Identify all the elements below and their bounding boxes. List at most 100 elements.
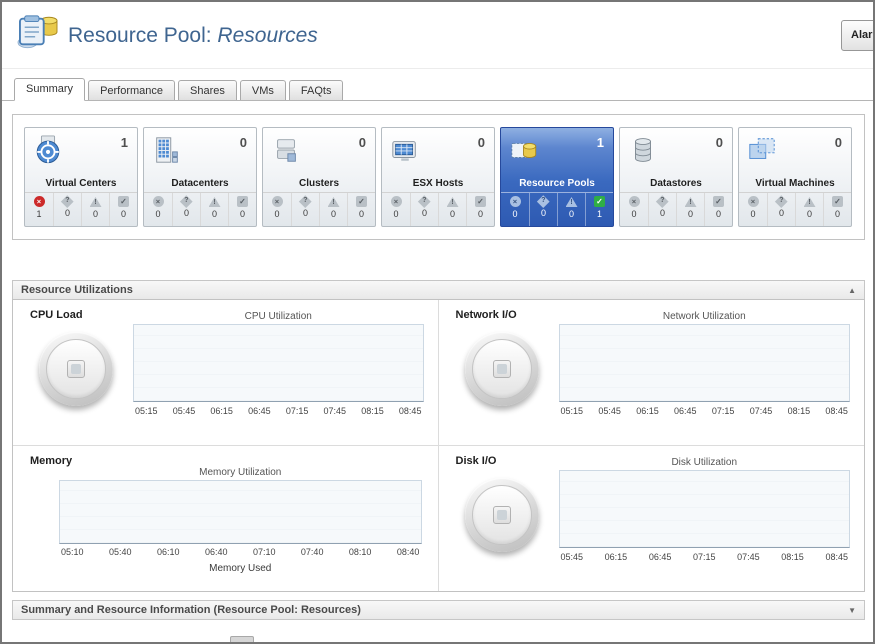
tab-faqts[interactable]: FAQts bbox=[289, 80, 344, 100]
tile-status-bar: ×0?0!0✓0 bbox=[739, 192, 851, 226]
page-title-name: Resources bbox=[217, 24, 317, 47]
critical-status-icon: ? bbox=[537, 195, 549, 207]
tick-label: 07:45 bbox=[750, 406, 773, 416]
gauge-status-icon bbox=[493, 360, 511, 378]
quadrant-disk-i-o: Disk I/ODisk Utilization05:4506:1506:450… bbox=[439, 446, 865, 592]
tick-label: 08:15 bbox=[361, 406, 384, 416]
esx-hosts-icon bbox=[390, 135, 420, 165]
tab-summary[interactable]: Summary bbox=[14, 78, 85, 101]
status-cell-critical[interactable]: ?0 bbox=[648, 193, 676, 226]
quadrant-title: Memory bbox=[30, 455, 72, 467]
collapse-down-icon[interactable]: ▼ bbox=[848, 602, 856, 620]
section-title: Summary and Resource Information (Resour… bbox=[21, 604, 361, 616]
tile-label: Datacenters bbox=[144, 178, 256, 189]
quadrant-title: Disk I/O bbox=[456, 455, 497, 467]
disk-i-o-chart bbox=[559, 470, 851, 548]
status-cell-warning[interactable]: !0 bbox=[319, 193, 347, 226]
quadrant-title: Network I/O bbox=[456, 309, 517, 321]
status-count: 0 bbox=[292, 208, 319, 218]
tile-label: Virtual Machines bbox=[739, 178, 851, 189]
status-cell-normal[interactable]: ✓0 bbox=[228, 193, 256, 226]
tile-esx-hosts[interactable]: 0ESX Hosts×0?0!0✓0 bbox=[381, 127, 495, 227]
status-cell-warning[interactable]: !0 bbox=[795, 193, 823, 226]
gauge-knob bbox=[39, 332, 113, 406]
status-cell-critical[interactable]: ?0 bbox=[410, 193, 438, 226]
status-count: 0 bbox=[558, 209, 585, 219]
virtual-centers-icon bbox=[33, 135, 63, 165]
section-header-resource-utilizations[interactable]: Resource Utilizations ▲ bbox=[12, 280, 865, 300]
status-cell-fatal[interactable]: ×0 bbox=[739, 193, 767, 226]
status-count: 0 bbox=[144, 209, 172, 219]
tile-clusters[interactable]: 0 Clusters ×0?0!0✓0 bbox=[262, 127, 376, 227]
status-cell-warning[interactable]: !0 bbox=[676, 193, 704, 226]
status-count: 0 bbox=[739, 209, 767, 219]
tile-count: 0 bbox=[359, 135, 366, 150]
status-cell-critical[interactable]: ?0 bbox=[529, 193, 557, 226]
status-cell-fatal[interactable]: ×0 bbox=[620, 193, 648, 226]
gauge-knob bbox=[465, 478, 539, 552]
tile-datacenters[interactable]: 0 Datacenters ×0?0!0✓0 bbox=[143, 127, 257, 227]
datacenters-icon bbox=[152, 135, 182, 165]
utilization-grid: CPU LoadCPU Utilization05:1505:4506:1506… bbox=[12, 299, 865, 592]
tick-label: 08:45 bbox=[399, 406, 422, 416]
header-divider bbox=[2, 68, 873, 69]
quadrant-title: CPU Load bbox=[30, 309, 83, 321]
tab-vms[interactable]: VMs bbox=[240, 80, 286, 100]
quadrant-cpu-load: CPU LoadCPU Utilization05:1505:4506:1506… bbox=[13, 300, 439, 446]
tick-label: 08:15 bbox=[781, 552, 804, 562]
status-cell-critical[interactable]: ?0 bbox=[767, 193, 795, 226]
status-cell-warning[interactable]: !0 bbox=[200, 193, 228, 226]
alarms-button[interactable]: Alar bbox=[841, 20, 875, 51]
status-count: 0 bbox=[382, 209, 410, 219]
tick-label: 06:45 bbox=[674, 406, 697, 416]
status-count: 1 bbox=[586, 209, 613, 219]
tick-label: 06:15 bbox=[210, 406, 233, 416]
status-cell-normal[interactable]: ✓0 bbox=[823, 193, 851, 226]
tile-label: Clusters bbox=[263, 178, 375, 189]
status-cell-normal[interactable]: ✓0 bbox=[466, 193, 494, 226]
cpu-load-chart bbox=[133, 324, 424, 402]
tab-shares[interactable]: Shares bbox=[178, 80, 237, 100]
tile-count: 1 bbox=[597, 135, 604, 150]
time-axis: 05:1005:4006:1006:4007:1007:4008:1008:40 bbox=[61, 547, 420, 557]
status-cell-fatal[interactable]: ×0 bbox=[144, 193, 172, 226]
tick-label: 07:45 bbox=[737, 552, 760, 562]
tile-status-bar: ×0?0!0✓0 bbox=[382, 192, 494, 226]
tab-performance[interactable]: Performance bbox=[88, 80, 175, 100]
fatal-status-icon: × bbox=[153, 196, 164, 207]
tile-label: Datastores bbox=[620, 178, 732, 189]
status-cell-critical[interactable]: ?0 bbox=[53, 193, 81, 226]
tick-label: 08:10 bbox=[349, 547, 372, 557]
status-cell-normal[interactable]: ✓0 bbox=[704, 193, 732, 226]
critical-status-icon: ? bbox=[775, 195, 787, 207]
section-header-summary-info[interactable]: Summary and Resource Information (Resour… bbox=[12, 600, 865, 620]
status-cell-critical[interactable]: ?0 bbox=[291, 193, 319, 226]
status-cell-critical[interactable]: ?0 bbox=[172, 193, 200, 226]
status-cell-warning[interactable]: !0 bbox=[557, 193, 585, 226]
status-cell-normal[interactable]: ✓1 bbox=[585, 193, 613, 226]
status-cell-fatal[interactable]: ×0 bbox=[263, 193, 291, 226]
clusters-icon bbox=[271, 135, 301, 165]
tile-virtual-machines[interactable]: 0 Virtual Machines ×0?0!0✓0 bbox=[738, 127, 852, 227]
tick-label: 07:15 bbox=[712, 406, 735, 416]
warning-status-icon: ! bbox=[447, 197, 459, 207]
section-title: Resource Utilizations bbox=[21, 284, 133, 296]
collapse-up-icon[interactable]: ▲ bbox=[848, 282, 856, 300]
critical-status-icon: ? bbox=[418, 195, 430, 207]
tick-label: 06:15 bbox=[636, 406, 659, 416]
status-cell-fatal[interactable]: ×1 bbox=[25, 193, 53, 226]
status-cell-fatal[interactable]: ×0 bbox=[382, 193, 410, 226]
status-cell-normal[interactable]: ✓0 bbox=[347, 193, 375, 226]
tile-datastores[interactable]: 0Datastores×0?0!0✓0 bbox=[619, 127, 733, 227]
tile-virtual-centers[interactable]: 1Virtual Centers×1?0!0✓0 bbox=[24, 127, 138, 227]
tile-row: 1Virtual Centers×1?0!0✓00Datacenters×0?0… bbox=[12, 114, 865, 240]
page-title: Resource Pool: Resources bbox=[68, 24, 318, 48]
status-cell-fatal[interactable]: ×0 bbox=[501, 193, 529, 226]
tile-count: 0 bbox=[478, 135, 485, 150]
status-cell-warning[interactable]: !0 bbox=[438, 193, 466, 226]
tile-resource-pools[interactable]: 1Resource Pools×0?0!0✓1 bbox=[500, 127, 614, 227]
datastores-icon bbox=[628, 135, 658, 165]
status-cell-warning[interactable]: !0 bbox=[81, 193, 109, 226]
fatal-status-icon: × bbox=[748, 196, 759, 207]
status-cell-normal[interactable]: ✓0 bbox=[109, 193, 137, 226]
